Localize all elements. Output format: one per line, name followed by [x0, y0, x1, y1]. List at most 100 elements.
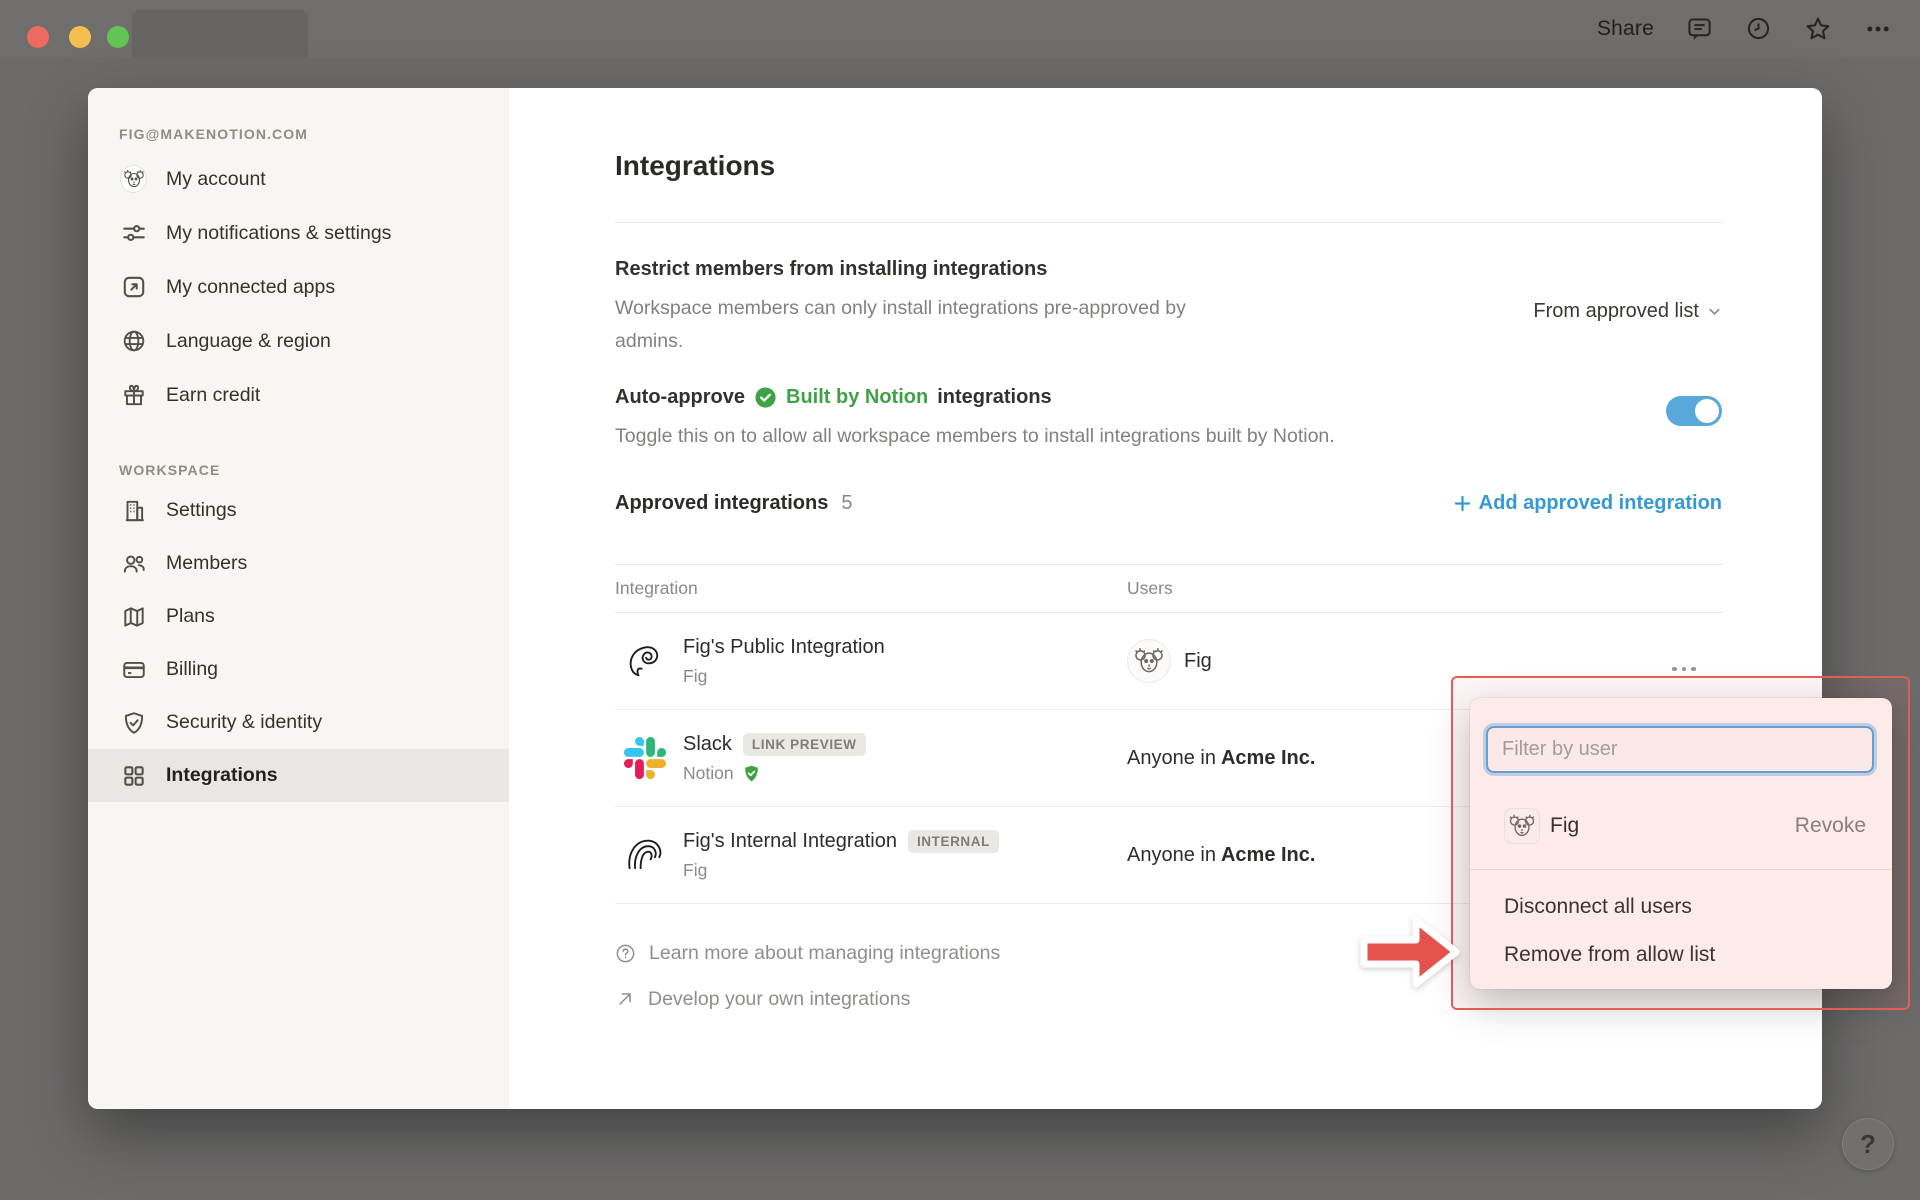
auto-approve-prefix: Auto-approve	[615, 386, 745, 408]
disconnect-all-users-item[interactable]: Disconnect all users	[1470, 883, 1892, 931]
sidebar-item-billing[interactable]: Billing	[88, 643, 509, 696]
integration-owner: Fig	[683, 665, 708, 686]
sidebar-item-label: Language & region	[166, 329, 331, 352]
help-button[interactable]: ?	[1842, 1118, 1894, 1170]
sidebar-item-label: Settings	[166, 499, 237, 521]
sidebar-item-members[interactable]: Members	[88, 537, 509, 590]
verified-seal-icon	[755, 387, 776, 408]
auto-approve-section: Auto-approve Built by Notion integration…	[615, 386, 1575, 453]
sidebar-item-label: My account	[166, 167, 266, 190]
more-icon[interactable]	[1864, 15, 1892, 43]
star-icon[interactable]	[1804, 15, 1832, 43]
credit-card-icon	[120, 656, 147, 683]
zoom-window-button[interactable]	[107, 26, 129, 48]
restrict-dropdown[interactable]: From approved list	[1533, 300, 1722, 323]
link-preview-badge: LINK PREVIEW	[742, 732, 866, 756]
sidebar-item-integrations[interactable]: Integrations	[88, 749, 509, 802]
shield-check-icon	[120, 709, 147, 736]
sidebar-item-security-identity[interactable]: Security & identity	[88, 696, 509, 749]
grid-icon	[120, 762, 147, 789]
filter-by-user-input[interactable]	[1486, 726, 1874, 773]
users-prefix: Anyone in	[1127, 843, 1216, 866]
share-button[interactable]: Share	[1597, 17, 1654, 41]
popup-user-row[interactable]: Fig Revoke	[1470, 798, 1892, 854]
user-name: Fig	[1184, 649, 1212, 672]
integration-owner: Fig	[683, 859, 708, 880]
chevron-down-icon	[1709, 308, 1720, 316]
integration-name: Fig's Public Integration	[683, 635, 885, 658]
remove-from-allow-list-item[interactable]: Remove from allow list	[1470, 931, 1892, 979]
sidebar-item-language-region[interactable]: Language & region	[88, 314, 509, 368]
globe-icon	[120, 328, 147, 355]
restrict-section: Restrict members from installing integra…	[615, 258, 1315, 358]
users-prefix: Anyone in	[1127, 746, 1216, 769]
approved-integrations-count: 5	[841, 492, 853, 514]
approved-integrations-title: Approved integrations	[615, 492, 829, 514]
internal-badge: INTERNAL	[907, 829, 999, 853]
popup-user-name: Fig	[1550, 814, 1580, 837]
restrict-dropdown-value: From approved list	[1533, 300, 1699, 322]
workspace-header: WORKSPACE	[119, 462, 221, 478]
close-window-button[interactable]	[27, 26, 49, 48]
auto-approve-suffix: integrations	[937, 386, 1052, 408]
develop-integrations-link[interactable]: Develop your own integrations	[615, 976, 1000, 1022]
sidebar-item-label: Members	[166, 552, 248, 574]
integration-name: Slack	[683, 732, 732, 755]
sidebar-item-my-account[interactable]: My account	[88, 152, 509, 206]
users-org: Acme Inc.	[1220, 746, 1316, 769]
sidebar-item-settings[interactable]: Settings	[88, 484, 509, 537]
account-email-header: FIG@MAKENOTION.COM	[119, 126, 308, 142]
building-icon	[120, 497, 147, 524]
slack-logo-icon	[623, 736, 667, 780]
sidebar-item-label: Earn credit	[166, 383, 261, 406]
sidebar-item-label: Integrations	[166, 764, 278, 786]
add-approved-integration-button[interactable]: Add approved integration	[1453, 492, 1722, 515]
row-more-actions-button[interactable]	[1660, 655, 1708, 683]
comment-icon[interactable]	[1686, 15, 1713, 42]
sliders-icon	[120, 220, 147, 247]
scribble-doodle-icon	[623, 639, 667, 683]
sidebar-item-label: Plans	[166, 605, 215, 627]
users-org: Acme Inc.	[1220, 843, 1316, 866]
user-avatar	[1127, 639, 1171, 683]
people-icon	[120, 550, 147, 577]
user-avatar	[1504, 808, 1540, 844]
table-header-row: Integration Users	[615, 564, 1722, 613]
revoke-button[interactable]: Revoke	[1795, 814, 1866, 838]
gift-icon	[120, 382, 147, 409]
minimize-window-button[interactable]	[69, 26, 91, 48]
integration-owner: Notion	[683, 762, 734, 783]
settings-sidebar: FIG@MAKENOTION.COM My account My notific…	[88, 88, 509, 1109]
sidebar-item-plans[interactable]: Plans	[88, 590, 509, 643]
arrow-up-right-icon	[619, 993, 631, 1005]
map-icon	[120, 603, 147, 630]
sidebar-item-notifications-settings[interactable]: My notifications & settings	[88, 206, 509, 260]
sidebar-item-label: Billing	[166, 658, 219, 680]
divider	[615, 222, 1722, 223]
verified-shield-icon	[744, 765, 758, 781]
column-header-integration: Integration	[615, 578, 698, 598]
table-row[interactable]: Fig's Public Integration Fig Fig	[615, 613, 1722, 710]
history-icon[interactable]	[1745, 15, 1772, 42]
toggle-knob	[1695, 399, 1719, 423]
window-titlebar: Share	[0, 0, 1920, 57]
footer-links: Learn more about managing integrations D…	[615, 930, 1000, 1022]
arcs-doodle-icon	[623, 833, 667, 877]
built-by-notion-label: Built by Notion	[786, 386, 929, 408]
divider	[1470, 869, 1892, 870]
auto-approve-description: Toggle this on to allow all workspace me…	[615, 425, 1335, 447]
window-tab[interactable]	[132, 10, 308, 57]
approved-integrations-header: Approved integrations 5 Add approved int…	[615, 492, 1722, 515]
integration-actions-popup: Fig Revoke Disconnect all users Remove f…	[1470, 698, 1892, 989]
sidebar-item-label: My notifications & settings	[166, 221, 392, 244]
restrict-description: Workspace members can only install integ…	[615, 297, 1186, 352]
question-circle-icon	[616, 944, 635, 962]
page-title: Integrations	[615, 150, 776, 181]
learn-more-link[interactable]: Learn more about managing integrations	[615, 930, 1000, 976]
external-link-icon	[120, 274, 147, 301]
sidebar-item-connected-apps[interactable]: My connected apps	[88, 260, 509, 314]
sidebar-item-label: My connected apps	[166, 275, 336, 298]
sidebar-item-earn-credit[interactable]: Earn credit	[88, 368, 509, 422]
auto-approve-toggle[interactable]	[1666, 396, 1722, 426]
restrict-title: Restrict members from installing integra…	[615, 258, 1048, 280]
